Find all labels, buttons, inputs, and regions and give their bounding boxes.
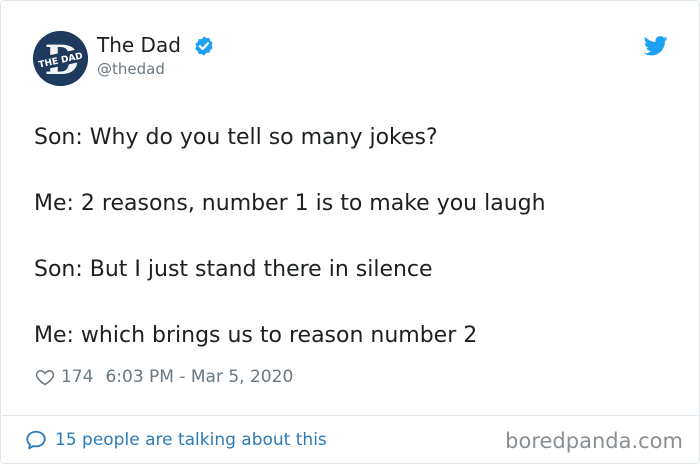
speech-bubble-icon bbox=[26, 430, 46, 450]
conversation-text: 15 people are talking about this bbox=[55, 430, 327, 450]
tweet-text-line: Me: which brings us to reason number 2 bbox=[34, 323, 478, 348]
tweet-card: D THE DAD The Dad @thedad Son: Why do yo… bbox=[0, 0, 700, 464]
watermark: boredpanda.com bbox=[505, 429, 683, 453]
tweet-text-line: Son: Why do you tell so many jokes? bbox=[34, 125, 438, 150]
divider bbox=[2, 415, 700, 416]
conversation-link[interactable]: 15 people are talking about this bbox=[25, 427, 327, 453]
avatar-logo-icon: D THE DAD bbox=[33, 31, 88, 86]
tweet-text-line: Me: 2 reasons, number 1 is to make you l… bbox=[34, 191, 546, 216]
author-name[interactable]: The Dad bbox=[97, 33, 181, 57]
tweet-meta: 174 6:03 PM - Mar 5, 2020 bbox=[35, 365, 293, 389]
avatar[interactable]: D THE DAD bbox=[33, 31, 88, 86]
verified-badge-icon bbox=[195, 36, 213, 56]
like-count[interactable]: 174 bbox=[61, 367, 93, 387]
heart-icon[interactable] bbox=[35, 367, 55, 387]
author-handle[interactable]: @thedad bbox=[97, 60, 165, 78]
tweet-text-line: Son: But I just stand there in silence bbox=[34, 257, 433, 282]
tweet-timestamp[interactable]: 6:03 PM - Mar 5, 2020 bbox=[105, 367, 293, 387]
twitter-bird-icon[interactable] bbox=[644, 36, 668, 56]
